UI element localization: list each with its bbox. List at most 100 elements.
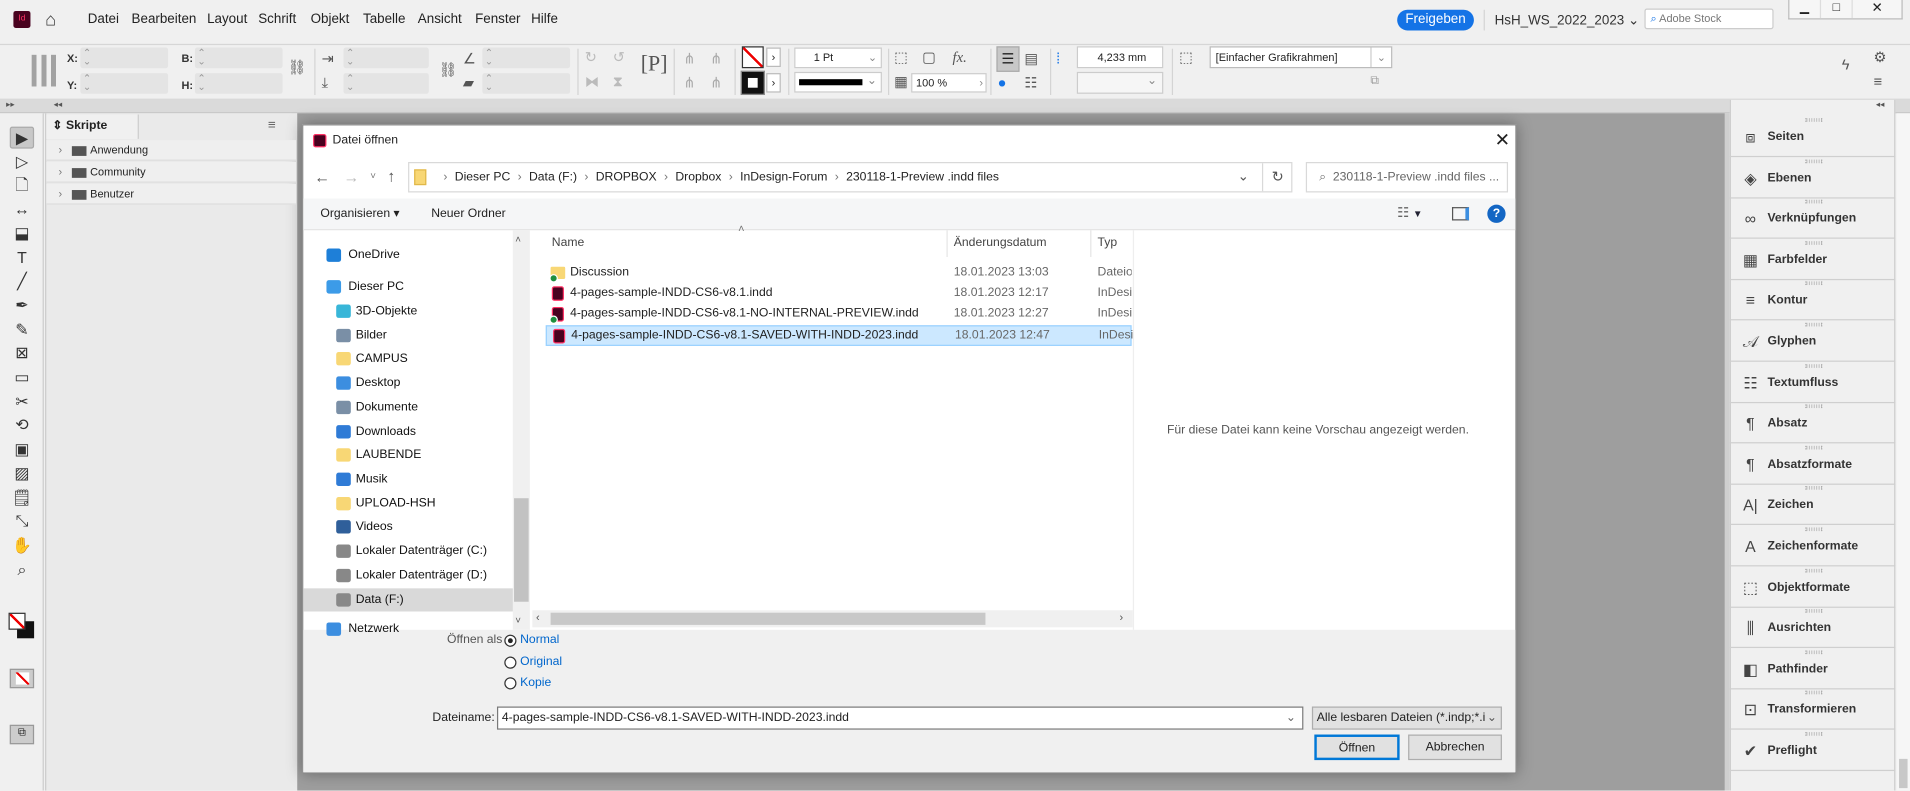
folder-search-input[interactable]: ⌕ 230118-1-Preview .indd files ... — [1305, 162, 1509, 193]
view-options-icon[interactable]: ☷ ▼ — [1397, 205, 1422, 221]
organize-button[interactable]: Organisieren ▾ — [320, 207, 399, 220]
stroke-menu-button[interactable]: › — [766, 73, 781, 93]
clear-overrides-icon[interactable]: ⧉ — [1370, 73, 1379, 90]
x-field[interactable]: ⌃ ⌄ — [80, 47, 169, 69]
breadcrumb-item[interactable]: 230118-1-Preview .indd files — [846, 171, 999, 184]
panel-ausrichten[interactable]: ⫼ Ausrichten — [1729, 607, 1896, 649]
pencil-tool-icon[interactable]: ✎ — [10, 319, 34, 341]
constrain-scale-icon[interactable]: ⛓ — [439, 61, 458, 78]
open-button[interactable]: Öffnen — [1314, 734, 1400, 761]
panel-verknüpfungen[interactable]: ∞ Verknüpfungen — [1729, 198, 1896, 239]
drop-shadow-icon[interactable]: ▢ — [922, 49, 936, 66]
close-window-button[interactable]: ✕ — [1851, 0, 1902, 19]
select-next-icon[interactable]: ⋔ — [710, 74, 722, 91]
rectangle-tool-icon[interactable]: ▭ — [10, 367, 34, 389]
opacity-field[interactable]: 100 % › — [911, 73, 987, 93]
y-field[interactable]: ⌃ ⌄ — [80, 73, 169, 94]
menu-8[interactable]: Hilfe — [531, 12, 558, 27]
flip-vertical-icon[interactable]: ⧗ — [613, 73, 623, 90]
reference-point-icon[interactable] — [31, 54, 57, 87]
nav-item[interactable]: OneDrive — [303, 244, 513, 267]
help-icon[interactable]: ? — [1487, 204, 1506, 223]
flip-horizontal-icon[interactable]: ⧓ — [585, 73, 600, 90]
open-as-radio-normal[interactable] — [504, 634, 517, 647]
refresh-button[interactable]: ↻ — [1261, 163, 1292, 192]
panel-menu-icon[interactable]: ≡ — [1873, 73, 1882, 90]
gear-icon[interactable]: ⚙ — [1873, 49, 1886, 66]
selection-tool-icon[interactable]: ▶ — [9, 126, 35, 149]
free-transform-tool-icon[interactable]: ⟲ — [10, 415, 34, 437]
text-wrap-jump-icon[interactable]: ☷ — [1024, 74, 1037, 91]
panel-objektformate[interactable]: ⬚ Objektformate — [1729, 566, 1896, 608]
file-row[interactable]: Discussion 18.01.2023 13:03 Dateiordner — [546, 263, 1132, 284]
nav-item[interactable]: Lokaler Datenträger (C:) — [303, 540, 513, 563]
panel-transformieren[interactable]: ⊡ Transformieren — [1729, 689, 1896, 731]
p-reference-icon[interactable]: [P] — [641, 52, 668, 74]
nav-item[interactable]: Data (F:) — [303, 588, 513, 612]
share-button[interactable]: Freigeben — [1397, 9, 1474, 31]
script-folder-2[interactable]: › Benutzer — [46, 183, 297, 205]
tab-skripte[interactable]: ⇕ Skripte — [46, 114, 139, 139]
nav-item[interactable]: Videos — [303, 515, 513, 538]
minimize-button[interactable]: ▁ — [1789, 0, 1819, 18]
effects-icon[interactable]: fx. — [953, 49, 967, 66]
column-header-name[interactable]: Name — [552, 236, 585, 249]
content-collector-icon[interactable]: ⬓ — [10, 223, 34, 245]
nav-item[interactable]: CAMPUS — [303, 347, 513, 370]
rotate-field[interactable]: ⌃ ⌄ — [482, 47, 571, 69]
nav-item[interactable]: UPLOAD-HSH — [303, 492, 513, 515]
fill-none-swatch[interactable] — [741, 46, 764, 69]
nav-item[interactable]: LAUBENDE — [303, 443, 513, 466]
horizontal-scrollbar[interactable]: ‹ › — [532, 610, 1133, 628]
hand-tool-icon[interactable]: ✋ — [10, 535, 34, 557]
panel-zeichenformate[interactable]: A Zeichenformate — [1729, 525, 1896, 567]
rotate-cw-icon[interactable]: ↻ — [585, 49, 597, 66]
panel-farbfelder[interactable]: ▦ Farbfelder — [1729, 239, 1896, 280]
eyedropper-tool-icon[interactable]: ⤡ — [10, 511, 34, 533]
adobe-stock-search[interactable]: ⌕ Adobe Stock — [1644, 8, 1774, 30]
expand-tools-icon[interactable]: ▸▸ — [6, 100, 15, 110]
up-button[interactable]: ↑ — [387, 167, 395, 185]
zoom-tool-icon[interactable]: ⌕ — [10, 559, 34, 581]
gap-field[interactable]: 4,233 mm — [1076, 46, 1164, 69]
line-tool-icon[interactable]: ╱ — [10, 271, 34, 293]
open-as-option-label[interactable]: Kopie — [520, 676, 551, 689]
fill-menu-button[interactable]: › — [766, 47, 781, 67]
rectangle-frame-tool-icon[interactable]: ⊠ — [10, 343, 34, 365]
nav-item[interactable]: Bilder — [303, 324, 513, 347]
nav-scrollbar[interactable]: ˄ ˅ — [512, 230, 530, 630]
nav-item[interactable]: Lokaler Datenträger (D:) — [303, 564, 513, 587]
select-container-icon[interactable]: ⋔ — [683, 50, 695, 67]
panel-zeichen[interactable]: A| Zeichen — [1729, 484, 1896, 526]
text-wrap-bbox-icon[interactable]: ▤ — [1024, 50, 1038, 67]
pen-tool-icon[interactable]: ✒ — [10, 295, 34, 317]
nav-item[interactable]: Downloads — [303, 420, 513, 443]
open-as-option-label[interactable]: Normal — [520, 633, 559, 646]
script-folder-1[interactable]: › Community — [46, 162, 297, 183]
stroke-type-select[interactable]: ⌄ — [794, 71, 882, 93]
width-field[interactable]: ⌃ ⌄ — [194, 47, 283, 69]
close-dialog-button[interactable]: ✕ — [1495, 129, 1510, 151]
panel-preflight[interactable]: ✔ Preflight — [1729, 730, 1896, 772]
open-as-radio-original[interactable] — [504, 655, 517, 669]
preview-pane-icon[interactable] — [1451, 207, 1470, 221]
back-button[interactable]: ← — [314, 168, 330, 186]
gap-tool-icon[interactable]: ↔ — [10, 199, 34, 221]
panel-pathfinder[interactable]: ◧ Pathfinder — [1729, 648, 1896, 690]
text-wrap-shape-icon[interactable]: ● — [998, 74, 1007, 91]
menu-2[interactable]: Layout — [207, 12, 247, 27]
open-as-option-label[interactable]: Original — [520, 655, 562, 668]
page-tool-icon[interactable]: 🗋 — [10, 175, 34, 197]
file-row[interactable]: 4-pages-sample-INDD-CS6-v8.1-NO-INTERNAL… — [546, 305, 1132, 326]
address-bar[interactable]: › Dieser PC › Data (F:) › DROPBOX › Dropbox › InD… — [408, 162, 1293, 193]
nav-item[interactable]: Netzwerk — [303, 618, 513, 641]
collapse-dock-icon[interactable]: ◂◂ — [1876, 100, 1885, 110]
frame-fitting-icon[interactable]: ⬚ — [894, 49, 908, 66]
scissors-tool-icon[interactable]: ✂ — [10, 391, 34, 413]
fill-stroke-swatches[interactable] — [8, 612, 36, 640]
menu-4[interactable]: Objekt — [311, 12, 350, 27]
breadcrumb-item[interactable]: Dieser PC — [455, 171, 511, 184]
menu-3[interactable]: Schrift — [258, 12, 296, 27]
script-folder-0[interactable]: › Anwendung — [46, 140, 297, 161]
file-row[interactable]: 4-pages-sample-INDD-CS6-v8.1.indd 18.01.2… — [546, 284, 1132, 305]
